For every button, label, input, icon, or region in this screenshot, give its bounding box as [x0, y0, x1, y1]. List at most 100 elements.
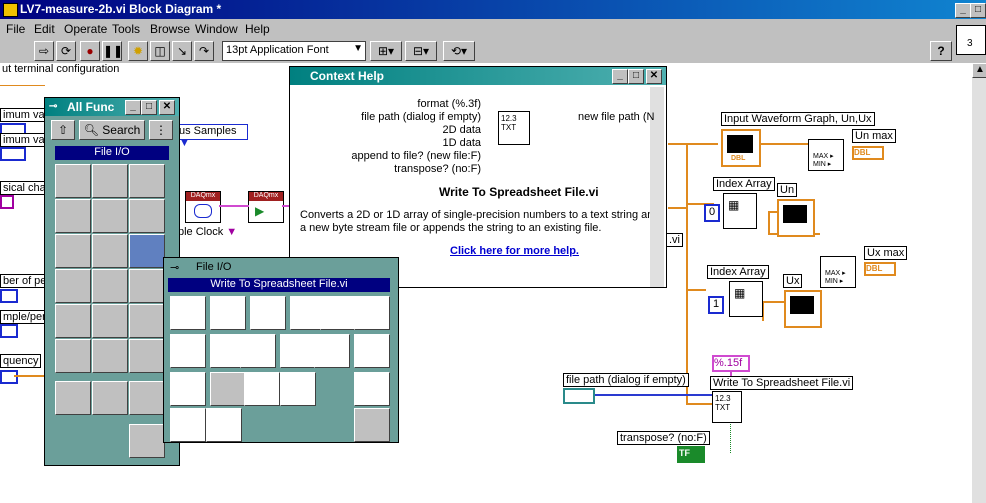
mathematics-icon[interactable] — [129, 304, 165, 338]
terminal[interactable] — [0, 324, 18, 338]
numeric-palette-icon[interactable] — [55, 164, 91, 198]
all-functions-palette[interactable]: ⊸ All Func _ □ ✕ ⇧ 🔍︎ Search ⋮ File I/O — [44, 97, 180, 466]
menu-help[interactable]: Help — [245, 22, 270, 36]
context-help-window[interactable]: Context Help _ □ ✕ format (%.3f) file pa… — [289, 66, 667, 288]
transpose-control[interactable]: TF — [677, 446, 705, 463]
storage-write-icon[interactable] — [206, 408, 242, 442]
time-dialog-icon[interactable] — [92, 234, 128, 268]
menu-file[interactable]: File — [6, 22, 25, 36]
build-path-icon[interactable] — [244, 372, 280, 406]
file-io-icon[interactable] — [129, 234, 165, 268]
write-file-icon[interactable] — [240, 334, 276, 368]
menu-edit[interactable]: Edit — [34, 22, 55, 36]
pause-icon[interactable]: ❚❚ — [102, 41, 123, 61]
run-continuous-icon[interactable]: ⟳ — [56, 41, 76, 61]
daqmx-start-node[interactable]: DAQmx ▶ — [248, 191, 284, 223]
vertical-scrollbar[interactable]: ▲ — [972, 63, 986, 503]
open-create-file-icon[interactable] — [170, 334, 206, 368]
advanced-icon[interactable] — [92, 381, 128, 415]
up-arrow-icon[interactable]: ⇧ — [51, 120, 75, 140]
index-array-2-node[interactable]: ▦ — [729, 281, 763, 317]
terminal[interactable] — [0, 289, 18, 303]
select-vi-icon[interactable] — [129, 381, 165, 415]
maximize-button[interactable]: □ — [628, 69, 644, 84]
abort-icon[interactable]: ● — [80, 41, 100, 61]
storage-vi-icon[interactable] — [170, 408, 206, 442]
numeric-123-icon[interactable] — [92, 164, 128, 198]
maximize-button[interactable]: □ — [141, 100, 157, 115]
file-dialog-icon[interactable] — [210, 372, 246, 406]
signal-processing-icon[interactable] — [55, 339, 91, 373]
un-graph-terminal[interactable] — [777, 199, 815, 237]
index-0-constant[interactable]: 0 — [704, 204, 720, 222]
motion-vision-icon[interactable] — [92, 304, 128, 338]
daqmx-icon[interactable] — [55, 269, 91, 303]
maximize-button[interactable]: □ — [970, 3, 986, 18]
run-arrow-icon[interactable]: ⇨ — [34, 41, 54, 61]
max-min-node[interactable]: MAX ▸ MIN ▸ — [808, 139, 844, 171]
terminal[interactable] — [0, 195, 14, 209]
file-io-subpalette[interactable]: ⊸ File I/O Write To Spreadsheet File.vi — [163, 257, 399, 443]
array-icon[interactable] — [92, 199, 128, 233]
search-button[interactable]: 🔍︎ Search — [79, 120, 145, 140]
path-constant-icon[interactable] — [170, 372, 206, 406]
write-spreadsheet-node[interactable]: 12.3 TXT — [712, 391, 742, 423]
index-array-1-node[interactable]: ▦ — [723, 193, 757, 229]
max-min-node[interactable]: MAX ▸ MIN ▸ — [820, 256, 856, 288]
terminal[interactable] — [0, 370, 18, 384]
un-max-indicator[interactable]: DBL — [852, 146, 884, 160]
pin-icon[interactable]: ⊸ — [49, 101, 57, 112]
minimize-button[interactable]: _ — [955, 3, 971, 18]
daqmx-timing-node[interactable]: DAQmx — [185, 191, 221, 223]
retain-wire-values-icon[interactable]: ◫ — [150, 41, 170, 61]
comparison-icon[interactable] — [55, 234, 91, 268]
align-objects-icon[interactable]: ⊞▾ — [370, 41, 402, 61]
close-file-icon[interactable] — [354, 334, 390, 368]
menu-window[interactable]: Window — [195, 22, 238, 36]
cluster-icon[interactable] — [129, 199, 165, 233]
communication-icon[interactable] — [92, 339, 128, 373]
terminal[interactable] — [0, 147, 26, 161]
waveform-graph-terminal[interactable]: DBL — [721, 129, 761, 167]
index-1-constant[interactable]: 1 — [708, 296, 724, 314]
instrument-io-icon[interactable] — [55, 304, 91, 338]
distribute-objects-icon[interactable]: ⊟▾ — [405, 41, 437, 61]
express-icon[interactable] — [129, 424, 165, 458]
scroll-up-icon[interactable]: ▲ — [972, 63, 986, 78]
vi-connector-icon[interactable]: 3 — [956, 25, 986, 55]
analyze-icon[interactable] — [129, 269, 165, 303]
report-generation-icon[interactable] — [55, 381, 91, 415]
close-button[interactable]: ✕ — [646, 69, 662, 84]
read-spreadsheet-icon[interactable] — [210, 296, 246, 330]
file-path-control[interactable] — [563, 388, 595, 404]
menu-operate[interactable]: Operate — [64, 22, 107, 36]
minimize-button[interactable]: _ — [612, 69, 628, 84]
binary-file-icon[interactable] — [354, 296, 390, 330]
help-more-link[interactable]: Click here for more help. — [450, 245, 579, 257]
help-button[interactable]: ? — [930, 41, 952, 61]
strip-path-icon[interactable] — [280, 372, 316, 406]
format-constant[interactable]: %.15f — [712, 355, 750, 372]
write-spreadsheet-icon[interactable] — [170, 296, 206, 330]
write-characters-icon[interactable] — [250, 296, 286, 330]
menu-browse[interactable]: Browse — [150, 22, 190, 36]
advanced-file-icon[interactable] — [354, 372, 390, 406]
font-select[interactable]: 13pt Application Font ▼ — [222, 41, 366, 61]
application-control-icon[interactable] — [129, 339, 165, 373]
waveform-icon[interactable] — [92, 269, 128, 303]
pin-icon[interactable]: ⊸ — [170, 261, 179, 274]
highlight-execution-icon[interactable]: ✹ — [128, 41, 148, 61]
options-icon[interactable]: ⋮ — [149, 120, 173, 140]
menu-tools[interactable]: Tools — [112, 22, 140, 36]
close-button[interactable]: ✕ — [159, 100, 175, 115]
step-into-icon[interactable]: ↘ — [172, 41, 192, 61]
reorder-objects-icon[interactable]: ⟲▾ — [443, 41, 475, 61]
string-abc-icon[interactable] — [55, 199, 91, 233]
boolean-icon[interactable] — [129, 164, 165, 198]
format-into-file-icon[interactable] — [280, 334, 316, 368]
step-over-icon[interactable]: ↷ — [194, 41, 214, 61]
sample-mode-ring[interactable]: us Samples ▼ — [178, 124, 248, 149]
scan-from-file-icon[interactable] — [314, 334, 350, 368]
ux-max-indicator[interactable]: DBL — [864, 262, 896, 276]
sample-clock-label[interactable]: ple Clock ▼ — [178, 226, 242, 240]
